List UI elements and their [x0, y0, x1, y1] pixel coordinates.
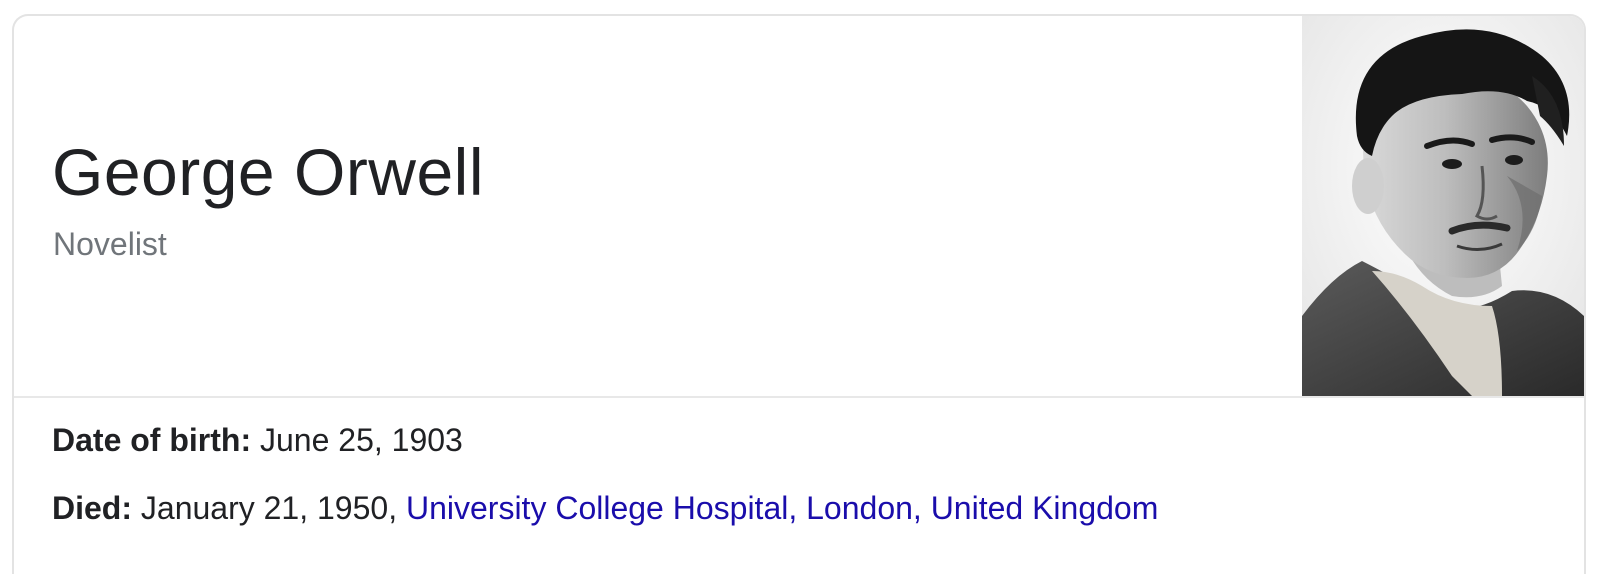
- entity-description: Novelist: [53, 226, 167, 262]
- panel-header: George Orwell Novelist: [14, 16, 1584, 398]
- facts-section: Date of birth: June 25, 1903 Died: Janua…: [52, 420, 1552, 556]
- fact-value: June 25, 1903: [259, 422, 463, 458]
- entity-title: George Orwell: [52, 135, 484, 209]
- portrait-image: [1302, 16, 1584, 396]
- fact-label: Date of birth:: [52, 422, 260, 458]
- knowledge-panel: George Orwell Novelist Date of birth: Ju…: [12, 14, 1586, 574]
- fact-label: Died:: [52, 490, 141, 526]
- death-place-link[interactable]: University College Hospital, London, Uni…: [406, 490, 1158, 526]
- fact-value: January 21, 1950,: [140, 490, 406, 526]
- fact-date-of-birth: Date of birth: June 25, 1903: [52, 420, 1552, 460]
- entity-photo[interactable]: [1302, 16, 1584, 396]
- fact-died: Died: January 21, 1950, University Colle…: [52, 488, 1552, 528]
